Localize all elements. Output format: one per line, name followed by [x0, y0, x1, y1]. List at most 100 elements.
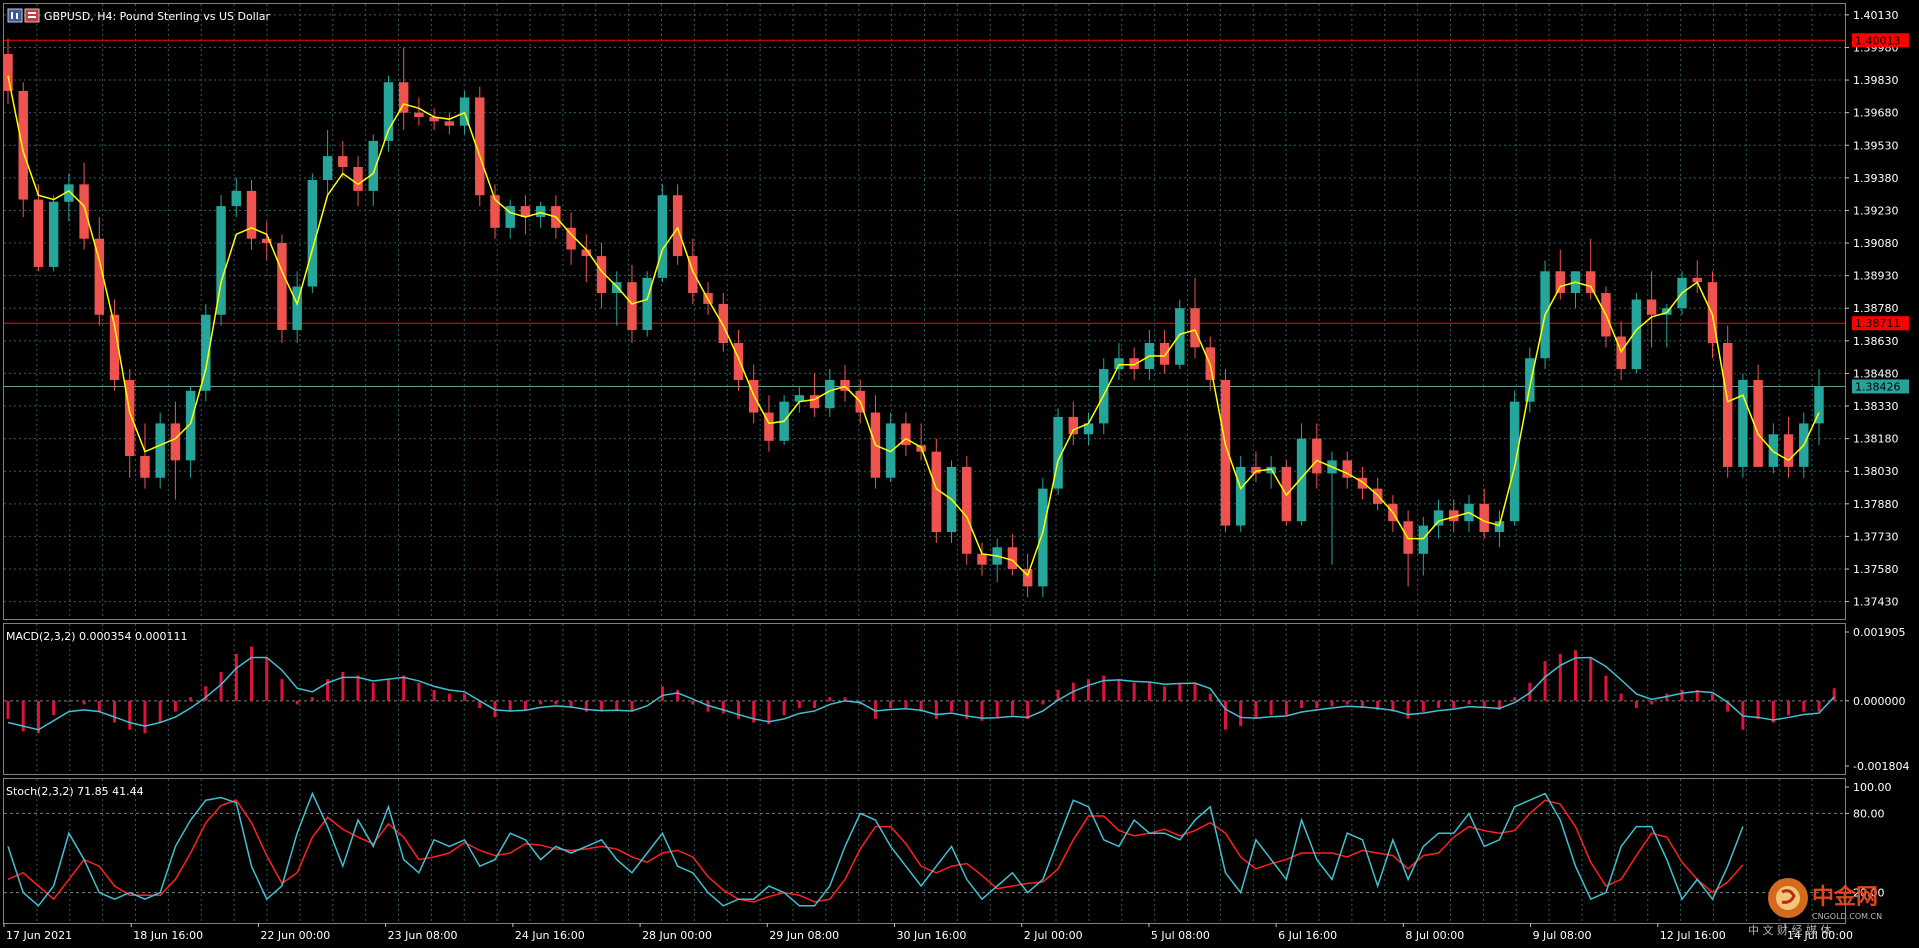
macd-histogram-bar — [813, 700, 817, 709]
chart-window[interactable]: GBPUSD, H4: Pound Sterling vs US Dollar … — [0, 0, 1919, 948]
watermark-brand: 中金网 — [1812, 884, 1878, 910]
stoch-label: Stoch(2,3,2) 71.85 41.44 — [6, 785, 144, 798]
macd-histogram-bar — [1300, 700, 1304, 709]
macd-histogram-bar — [1619, 693, 1623, 701]
macd-histogram-bar — [828, 697, 832, 701]
candle-body — [1175, 308, 1185, 365]
candle-body — [18, 90, 28, 200]
candle-body — [1038, 488, 1048, 587]
candle-bull — [1509, 390, 1520, 526]
candle-body — [1783, 434, 1794, 467]
candle-body — [1555, 271, 1566, 294]
candle-bear — [1281, 460, 1292, 526]
candle-body — [1738, 379, 1748, 467]
macd-histogram-bar — [280, 679, 284, 701]
macd-histogram-bar — [1467, 700, 1471, 705]
time-axis-label: 12 Jul 16:00 — [1660, 929, 1726, 942]
macd-histogram-bar — [934, 700, 938, 719]
candle-body — [1525, 358, 1535, 402]
candle-bull — [1053, 408, 1063, 496]
candle-body — [277, 243, 287, 330]
macd-histogram-bar — [1680, 689, 1684, 701]
candle-body — [1418, 525, 1429, 554]
macd-histogram-bar — [1604, 675, 1608, 701]
time-axis-label: 17 Jun 2021 — [6, 929, 72, 942]
macd-histogram-bar — [1269, 700, 1273, 716]
candle-bear — [1753, 364, 1763, 467]
macd-histogram-bar — [1558, 653, 1562, 701]
macd-histogram-bar — [295, 700, 299, 705]
macd-histogram-bar — [1817, 700, 1821, 712]
macd-histogram-bar — [1802, 700, 1806, 712]
macd-histogram-bar — [67, 700, 71, 702]
watermark-tagline: 中 文 财 经 媒 体 — [1748, 923, 1831, 937]
macd-histogram-bar — [1026, 700, 1030, 719]
candle-body — [79, 184, 89, 239]
time-axis-label: 6 Jul 16:00 — [1278, 929, 1337, 942]
macd-histogram-bar — [721, 700, 725, 714]
candle-body — [657, 195, 668, 278]
macd-histogram-bar — [447, 693, 451, 701]
candle-body — [414, 112, 424, 118]
macd-histogram-bar — [341, 671, 345, 701]
price-axis-label: 1.39080 — [1853, 237, 1899, 250]
candle-bear — [672, 184, 683, 265]
candle-body — [977, 553, 987, 565]
time-axis-label: 29 Jun 08:00 — [769, 929, 839, 942]
candle-body — [1722, 343, 1733, 467]
macd-histogram-bar — [1650, 700, 1654, 705]
macd-histogram-bar — [1163, 686, 1167, 701]
price-axis-label: 1.38780 — [1853, 302, 1899, 315]
time-axis-label: 30 Jun 16:00 — [897, 929, 967, 942]
macd-histogram-bar — [113, 700, 117, 723]
macd-histogram-bar — [797, 700, 801, 709]
candle-body — [1296, 438, 1307, 522]
price-axis-label: 1.40130 — [1853, 9, 1899, 22]
macd-axis-label: -0.001804 — [1853, 760, 1909, 773]
price-axis-label: 1.37430 — [1853, 596, 1899, 609]
chart-background — [0, 0, 1919, 948]
macd-histogram-bar — [52, 700, 56, 716]
candle-bull — [216, 195, 226, 326]
candle-body — [825, 379, 835, 409]
macd-histogram-bar — [660, 686, 664, 701]
macd-histogram-bar — [508, 700, 512, 712]
candle-body — [140, 456, 150, 478]
macd-histogram-bar — [904, 700, 908, 709]
macd-histogram-bar — [539, 700, 543, 705]
macd-histogram-bar — [1330, 700, 1334, 707]
macd-histogram-bar — [615, 700, 619, 710]
price-axis-label: 1.38630 — [1853, 335, 1899, 348]
candle-bull — [1038, 477, 1048, 598]
candle-body — [48, 201, 59, 267]
chart-title: GBPUSD, H4: Pound Sterling vs US Dollar — [44, 10, 271, 23]
candle-body — [1007, 547, 1018, 570]
macd-axis-label: 0.000000 — [1853, 695, 1906, 708]
time-axis-label: 23 Jun 08:00 — [388, 929, 458, 942]
candle-body — [1235, 466, 1246, 526]
price-axis-label: 1.37580 — [1853, 563, 1899, 576]
macd-histogram-bar — [1589, 657, 1593, 701]
macd-histogram-bar — [554, 700, 558, 705]
macd-histogram-bar — [1710, 693, 1714, 701]
candle-bear — [962, 456, 972, 565]
price-axis-label: 1.38480 — [1853, 367, 1899, 380]
macd-histogram-bar — [645, 700, 649, 702]
macd-histogram-bar — [1208, 693, 1212, 701]
candle-body — [307, 180, 318, 287]
candle-body — [1586, 271, 1596, 294]
time-axis-label: 18 Jun 16:00 — [133, 929, 203, 942]
macd-histogram-bar — [1087, 679, 1091, 701]
macd-label: MACD(2,3,2) 0.000354 0.000111 — [6, 630, 188, 643]
candle-body — [1509, 401, 1520, 522]
time-axis-label: 24 Jun 16:00 — [515, 929, 585, 942]
candle-body — [1753, 379, 1763, 467]
price-tag-mid-text: 1.38711 — [1855, 317, 1901, 330]
macd-histogram-bar — [767, 700, 771, 725]
macd-histogram-bar — [371, 682, 375, 701]
candle-body — [1159, 343, 1170, 365]
macd-histogram-bar — [1102, 675, 1106, 701]
macd-histogram-bar — [1452, 700, 1456, 709]
candle-body — [642, 277, 652, 330]
macd-histogram-bar — [1132, 682, 1136, 701]
